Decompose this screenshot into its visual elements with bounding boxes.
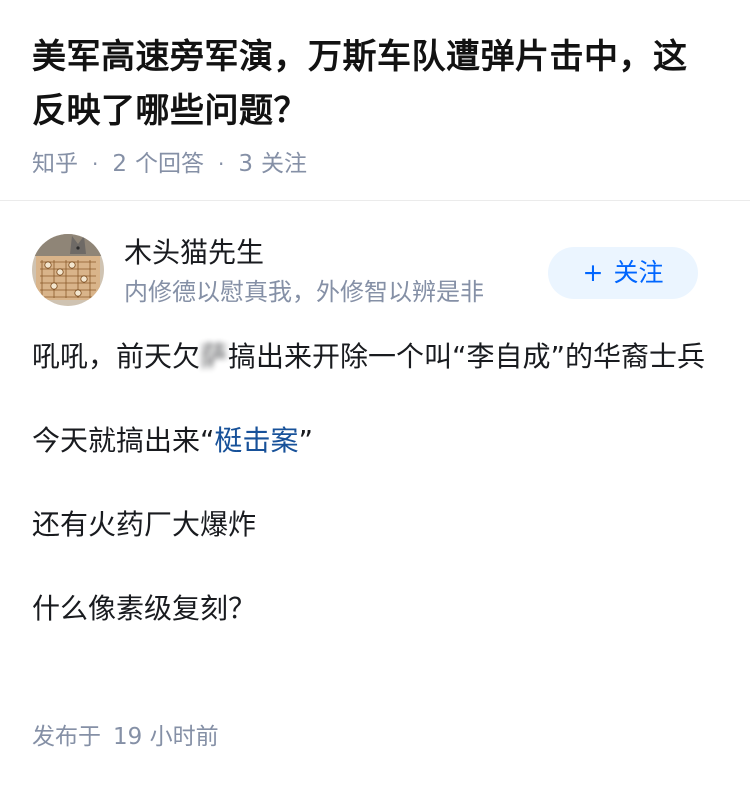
meta-separator: ·: [92, 152, 99, 176]
source-label[interactable]: 知乎: [32, 148, 78, 180]
answer-paragraph: 今天就搞出来“梃击案”: [32, 419, 722, 463]
follow-button-label: 关注: [613, 258, 664, 287]
page: 美军高速旁军演，万斯车队遭弹片击中，这反映了哪些问题？ 知乎 · 2 个回答 ·…: [0, 0, 750, 790]
answer-count: 2: [112, 151, 127, 177]
paragraph-text: 今天就搞出来“: [32, 424, 215, 457]
answer-card: 木头猫先生 内修德以慰真我，外修智以辨是非 + 关注 吼吼，前天欠萨搞出来开除一个…: [0, 200, 750, 750]
author-row: 木头猫先生 内修德以慰真我，外修智以辨是非 + 关注: [0, 200, 750, 310]
author-name[interactable]: 木头猫先生: [124, 234, 264, 272]
answer-paragraph: 还有火药厂大爆炸: [32, 508, 257, 541]
question-header: 美军高速旁军演，万斯车队遭弹片击中，这反映了哪些问题？ 知乎 · 2 个回答 ·…: [0, 0, 750, 180]
paragraph-text: ”: [298, 424, 314, 457]
answer-paragraph: 吼吼，前天欠萨搞出来开除一个叫“李自成”的华裔士兵: [32, 335, 722, 379]
question-title[interactable]: 美军高速旁军演，万斯车队遭弹片击中，这反映了哪些问题？: [32, 30, 718, 138]
answer-content: 吼吼，前天欠萨搞出来开除一个叫“李自成”的华裔士兵 今天就搞出来“梃击案” 还有…: [32, 335, 722, 671]
paragraph-text: 搞出来开除一个叫“李自成”的华裔士兵: [228, 340, 706, 373]
keyword-link[interactable]: 梃击案: [215, 424, 299, 457]
publish-time: 19 小时前: [113, 724, 219, 750]
author-avatar[interactable]: [32, 234, 104, 306]
answer-count-label: 个回答: [135, 151, 204, 177]
follow-button[interactable]: + 关注: [548, 247, 698, 299]
publish-info: 发布于 19 小时前: [32, 720, 219, 754]
question-meta: 知乎 · 2 个回答 · 3 关注: [32, 148, 718, 180]
meta-separator: ·: [218, 152, 225, 176]
plus-icon: +: [582, 258, 604, 287]
chess-board-cat-avatar-icon: [32, 234, 104, 306]
paragraph-text: 吼吼，前天欠: [32, 340, 201, 373]
publish-label: 发布于: [32, 724, 101, 750]
follow-count: 3: [238, 151, 253, 177]
blurred-text: 萨: [200, 340, 229, 373]
author-bio: 内修德以慰真我，外修智以辨是非: [124, 278, 484, 306]
answer-paragraph: 什么像素级复刻？: [32, 592, 257, 625]
follow-count-label: 关注: [261, 151, 307, 177]
